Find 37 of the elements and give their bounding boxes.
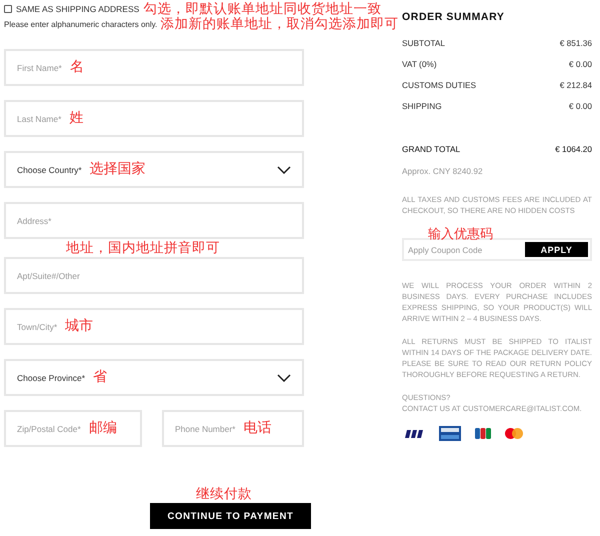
hint-text: Please enter alphanumeric characters only.	[4, 20, 158, 28]
summary-label: SUBTOTAL	[402, 38, 446, 48]
chevron-icon	[277, 374, 291, 382]
annotation: 城市	[65, 317, 94, 335]
input-field[interactable]: Apt/Suite#/Other	[4, 257, 304, 294]
summary-value: € 0.00	[568, 101, 592, 111]
summary-label: VAT (0%)	[402, 59, 437, 69]
annotation: 继续付款	[196, 487, 252, 501]
stripes-icon	[475, 428, 491, 439]
total-label: GRAND TOTAL	[402, 144, 460, 154]
summary-label: CUSTOMS DUTIES	[402, 80, 476, 90]
annotation: 勾选，即默认账单地址同收货地址一致	[143, 2, 382, 16]
summary-label: SHIPPING	[402, 101, 442, 111]
circles-icon	[505, 428, 523, 439]
annotation: 姓	[69, 110, 84, 127]
summary-value: € 0.00	[568, 59, 592, 69]
slanted-bars-icon	[405, 430, 425, 438]
annotation: 省	[93, 368, 108, 386]
continue-button[interactable]: CONTINUE TO PAYMENT	[150, 503, 311, 529]
annotation: 名	[70, 58, 84, 76]
card-icon	[439, 426, 461, 441]
chevron-icon	[277, 166, 291, 174]
approx-amount: Approx. CNY 8240.92	[402, 166, 484, 176]
checkbox[interactable]	[4, 5, 12, 13]
annotation: 地址，国内地址拼音即可	[66, 241, 221, 255]
annotation: 选择国家	[90, 160, 146, 178]
checkbox-label: SAME AS SHIPPING ADDRESS	[16, 4, 140, 14]
annotation: 电话	[243, 420, 272, 437]
summary-title: ORDER SUMMARY	[402, 11, 506, 23]
apply-button[interactable]: APPLY	[525, 242, 588, 257]
total-value: € 1064.20	[555, 144, 592, 154]
summary-value: € 212.84	[560, 80, 592, 90]
annotation: 添加新的账单地址，取消勾选添加即可	[160, 17, 398, 31]
annotation: 邮编	[88, 420, 117, 437]
input-field[interactable]: Address*	[4, 202, 304, 239]
annotation: 输入优惠码	[428, 227, 493, 240]
summary-value: € 851.36	[560, 38, 592, 48]
